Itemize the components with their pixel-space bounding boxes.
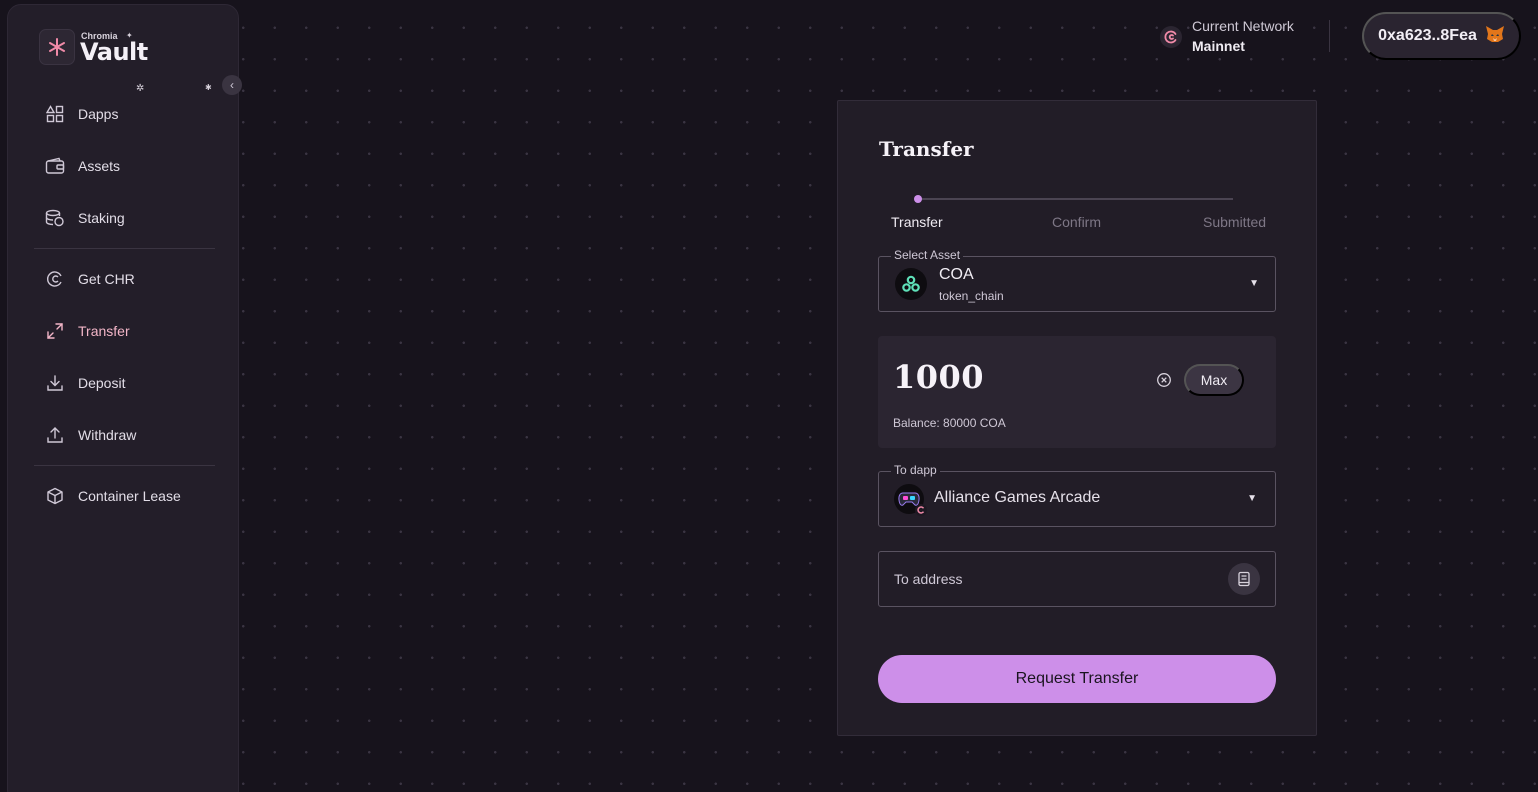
sidebar-item-withdraw[interactable]: Withdraw [34,415,214,455]
chevron-left-icon: ‹ [230,78,234,92]
amount-panel: 1000 Max Balance: 80000 COA [878,336,1276,448]
clear-amount-icon[interactable] [1156,372,1172,393]
transfer-arrows-icon [44,320,66,342]
caret-down-icon: ▼ [1249,278,1259,289]
sparkle-icon: ✲ [136,83,145,94]
sidebar-item-container-lease[interactable]: Container Lease [34,476,214,516]
to-dapp-dropdown[interactable]: To dapp Alliance Games Arcade ▼ [878,463,1276,527]
sidebar-item-label: Assets [78,158,121,174]
network-value[interactable]: Mainnet [1192,38,1245,54]
to-address-placeholder: To address [894,571,963,587]
sidebar-divider [34,465,215,466]
download-icon [44,372,66,394]
wallet-icon [44,155,66,177]
transfer-card: Transfer Transfer Confirm Submitted Sele… [837,100,1317,736]
amount-input[interactable]: 1000 [893,358,984,396]
step-transfer: Transfer [891,214,943,230]
chromia-logo-icon[interactable] [39,29,75,65]
sidebar-item-label: Deposit [78,375,126,391]
sidebar: Chromia Vault ✲ ✱ ✦ Dapps Assets Staking… [7,4,239,792]
coa-token-icon [895,268,927,300]
card-title: Transfer [879,137,974,161]
select-asset-dropdown[interactable]: Select Asset COA token_chain ▼ [878,248,1276,312]
address-book-icon [1238,571,1250,587]
coins-stack-icon [44,207,66,229]
box-icon [44,485,66,507]
sidebar-item-assets[interactable]: Assets [34,146,214,186]
wallet-address-button[interactable]: 0xa623..8Fea [1362,12,1521,60]
max-button[interactable]: Max [1184,364,1244,396]
step-submitted: Submitted [1203,214,1267,230]
sparkle-icon: ✦ [126,31,133,40]
address-book-button[interactable] [1228,563,1260,595]
balance-text: Balance: 80000 COA [893,416,1006,430]
sidebar-item-dapps[interactable]: Dapps [34,94,214,134]
network-label: Current Network [1192,18,1294,34]
caret-down-icon: ▼ [1247,493,1257,504]
asset-chain: token_chain [939,289,1004,303]
stepper-current-dot [914,195,922,203]
to-address-input[interactable]: To address [878,551,1276,607]
sparkle-icon: ✱ [205,83,212,92]
sidebar-item-label: Get CHR [78,271,135,287]
network-icon [1160,26,1182,48]
stepper-track [918,198,1233,200]
sidebar-item-deposit[interactable]: Deposit [34,363,214,403]
metamask-fox-icon [1485,25,1505,48]
sidebar-item-staking[interactable]: Staking [34,198,214,238]
sidebar-item-label: Withdraw [78,427,137,443]
header-divider [1329,20,1330,52]
sidebar-item-get-chr[interactable]: Get CHR [34,259,214,299]
asset-name: COA [939,266,974,283]
sidebar-divider [34,248,215,249]
chr-coin-icon [44,268,66,290]
to-dapp-label: To dapp [891,463,940,477]
sidebar-item-label: Staking [78,210,125,226]
select-asset-label: Select Asset [891,248,964,262]
sidebar-item-label: Transfer [78,323,130,339]
step-confirm: Confirm [1052,214,1102,230]
collapse-sidebar-button[interactable]: ‹ [222,75,242,95]
dapp-name: Alliance Games Arcade [934,489,1101,506]
sidebar-item-label: Dapps [78,106,119,122]
upload-icon [44,424,66,446]
sidebar-item-label: Container Lease [78,488,181,504]
sidebar-item-transfer[interactable]: Transfer [34,311,214,351]
wallet-address: 0xa623..8Fea [1378,27,1477,44]
request-transfer-button[interactable]: Request Transfer [878,655,1276,703]
brand-name-large: Vault [80,38,148,66]
dapps-icon [44,103,66,125]
chromia-badge-icon [915,504,927,516]
